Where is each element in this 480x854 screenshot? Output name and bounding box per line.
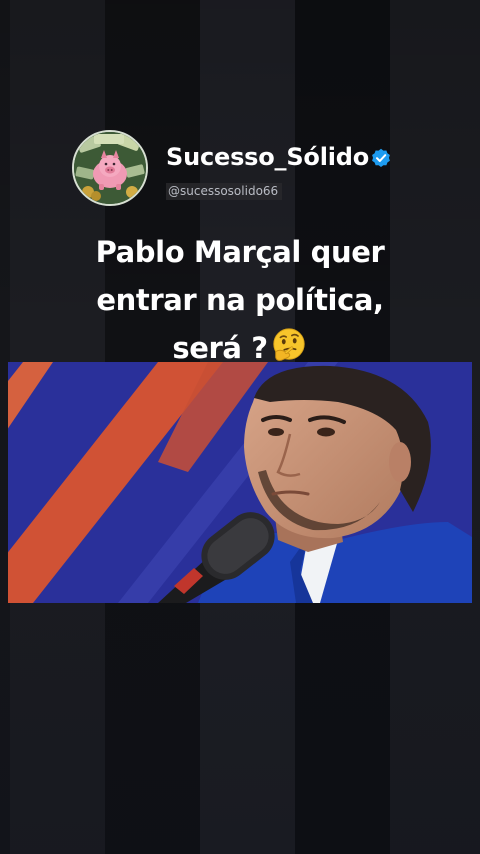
- author-name[interactable]: Sucesso_Sólido: [166, 143, 369, 171]
- man-speaking-into-microphone-photo: [8, 362, 472, 603]
- post-title: Pablo Marçal quer entrar na política, se…: [0, 228, 480, 372]
- post-title-line: entrar na política,: [96, 283, 384, 317]
- author-handle[interactable]: @sucessosolido66: [166, 183, 283, 200]
- verified-badge-icon: [372, 148, 390, 167]
- thinking-face-icon: [272, 328, 305, 361]
- piggy-bank-with-money-icon: [74, 132, 146, 204]
- avatar[interactable]: [72, 130, 148, 206]
- page: { "author": { "name": "Sucesso_Sólido", …: [0, 0, 480, 854]
- post-title-line: será ?: [172, 331, 268, 365]
- post-title-line: Pablo Marçal quer: [95, 235, 385, 269]
- video-player[interactable]: [8, 362, 472, 603]
- post-header: Sucesso_Sólido @sucessosolido66: [70, 128, 410, 210]
